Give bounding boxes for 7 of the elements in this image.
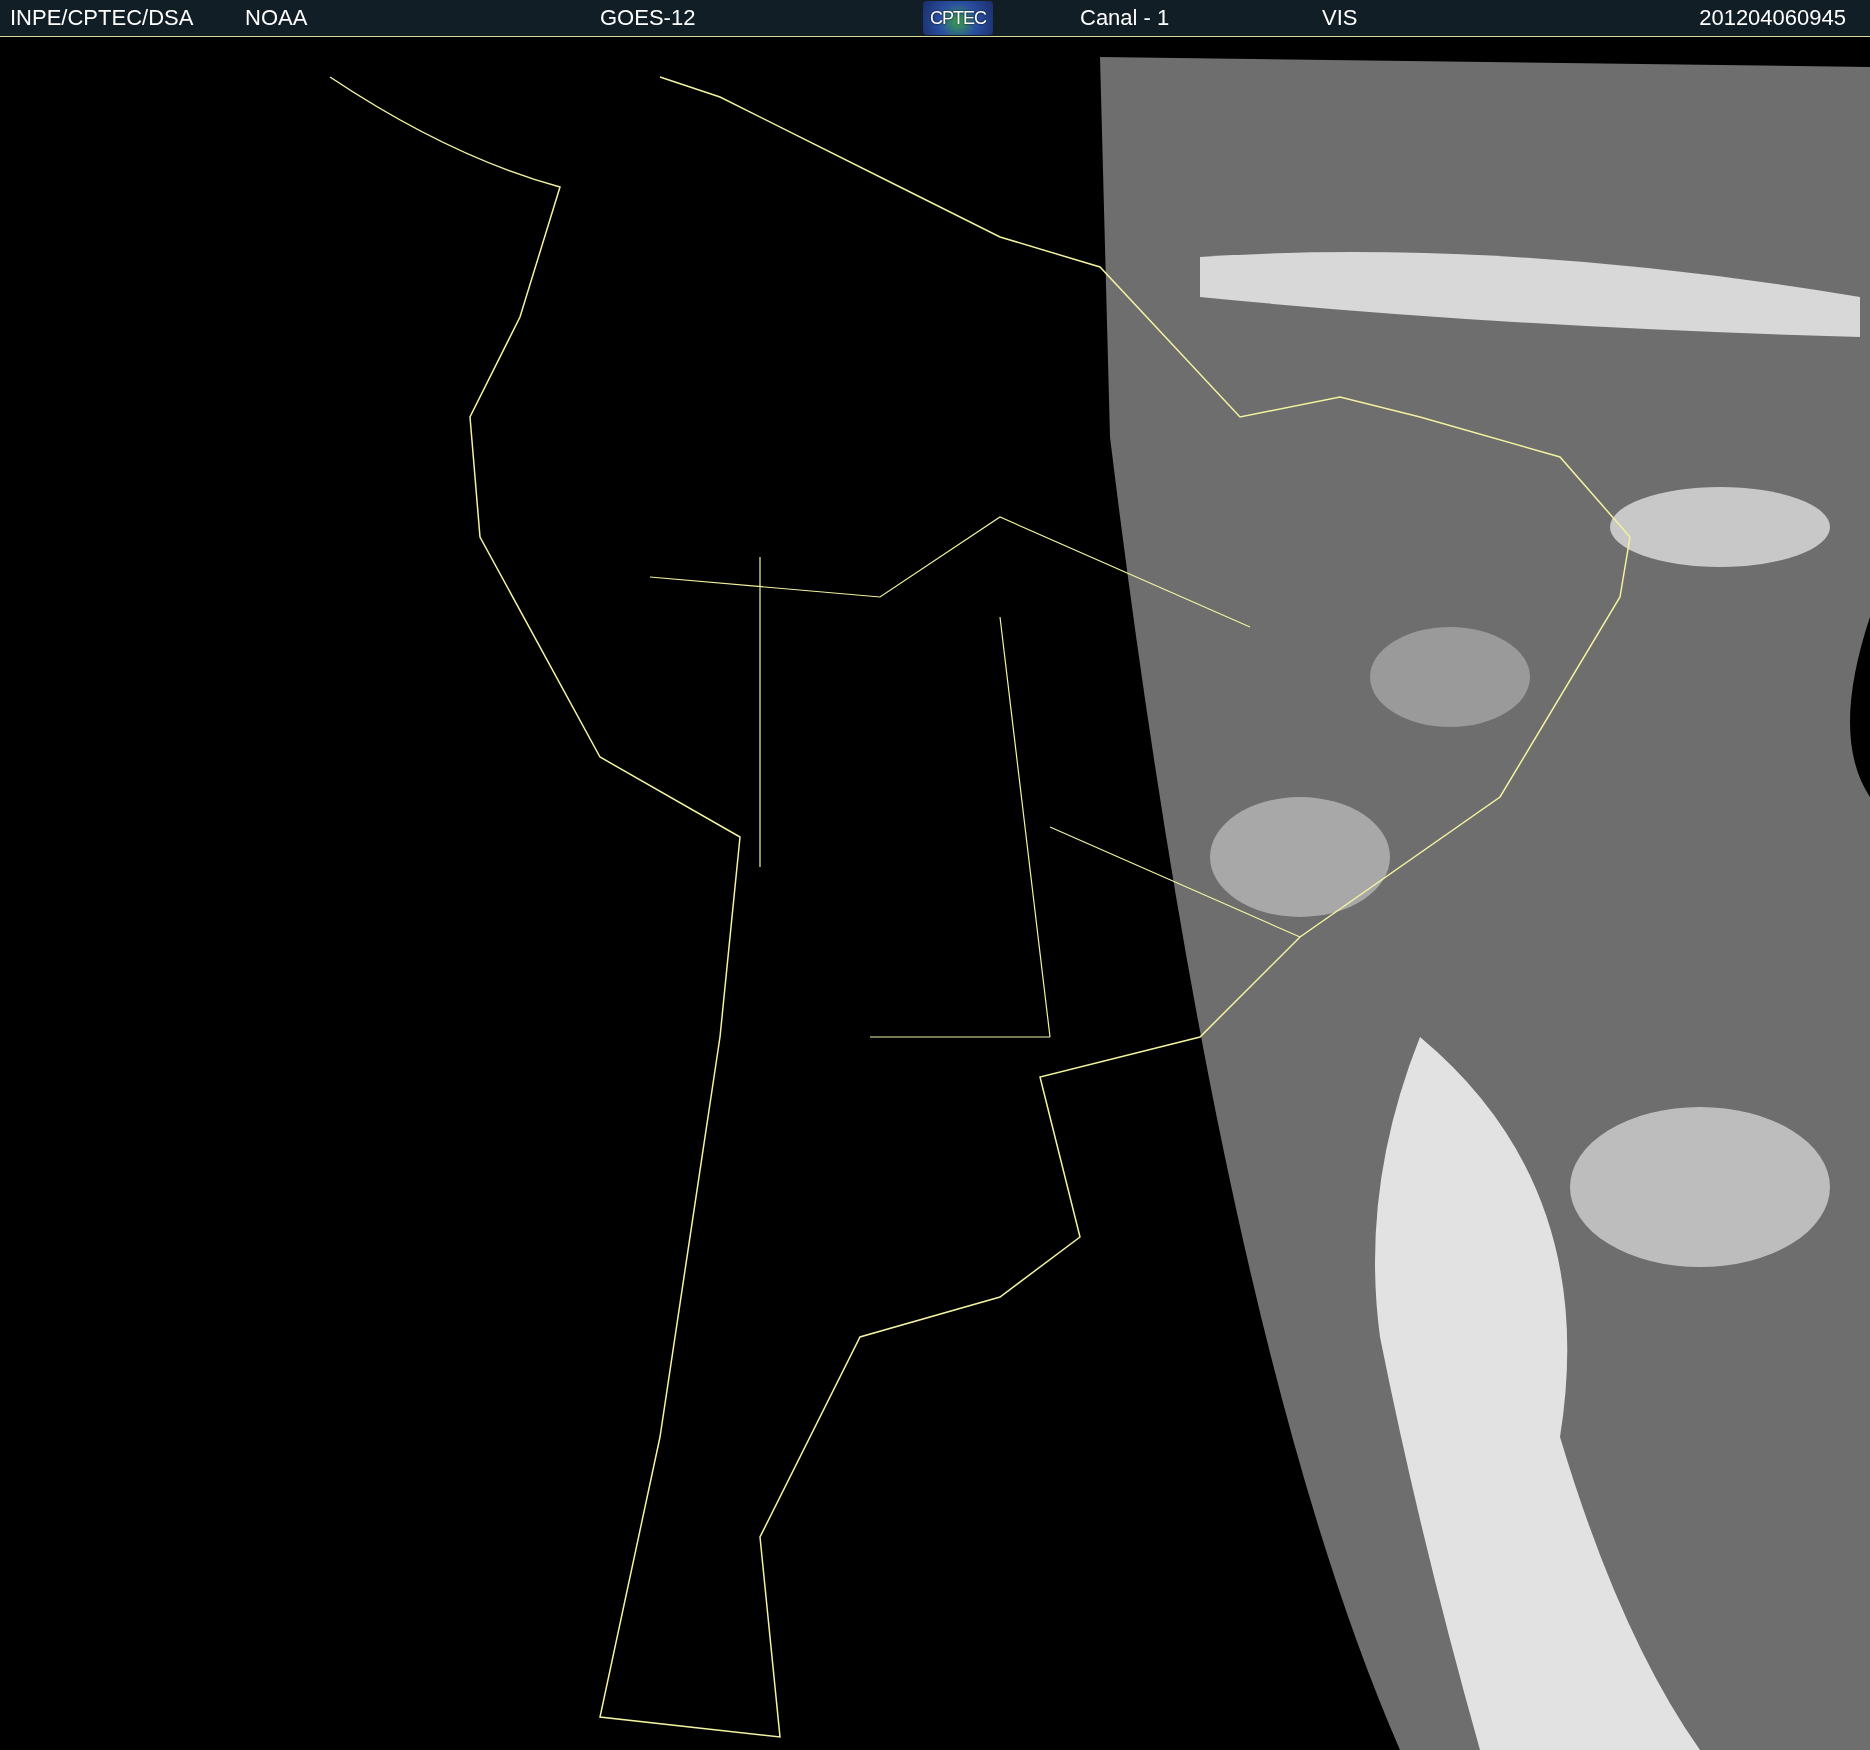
source-label: INPE/CPTEC/DSA	[10, 5, 194, 31]
logo: CPTEC	[923, 1, 993, 35]
channel-label: Canal - 1	[1080, 5, 1170, 31]
agency-label: NOAA	[245, 5, 308, 31]
timestamp-label: 201204060945	[1699, 5, 1846, 31]
band-label: VIS	[1322, 5, 1358, 31]
satellite-label: GOES-12	[600, 5, 696, 31]
